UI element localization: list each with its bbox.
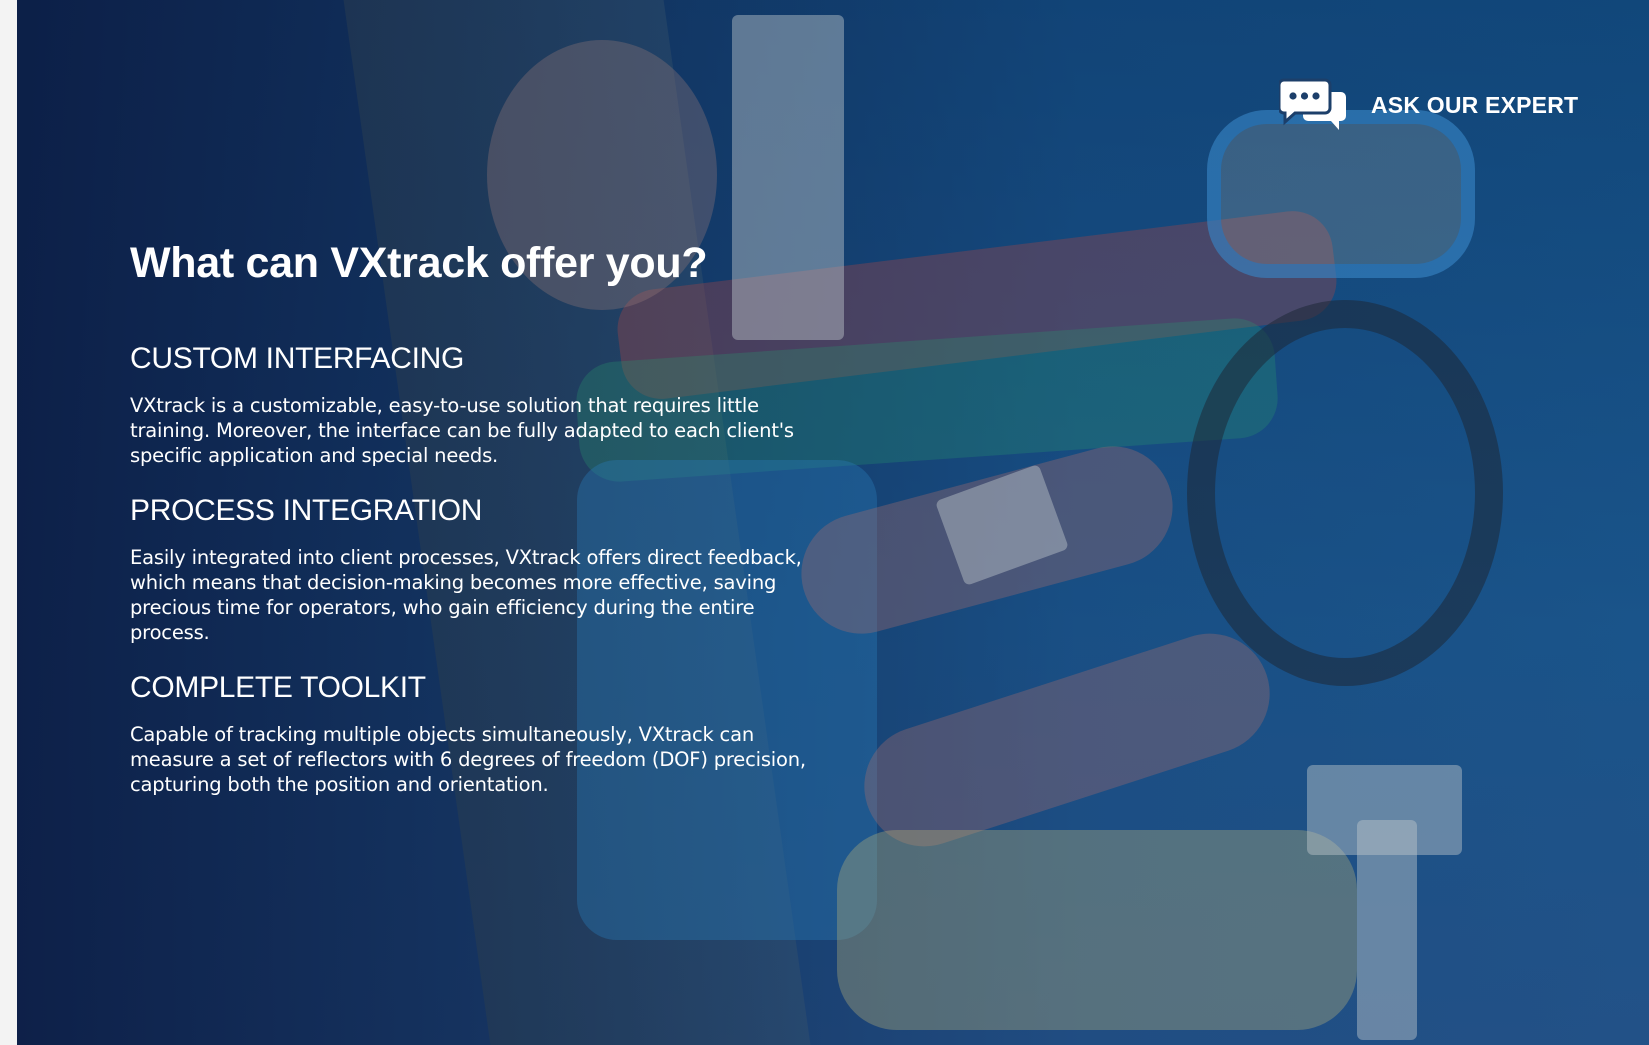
section-text: Easily integrated into client processes,… — [130, 545, 802, 644]
features-content: What can VXtrack offer you? CUSTOM INTER… — [130, 238, 830, 823]
reflector-plate — [1357, 820, 1417, 1040]
ask-expert-button[interactable]: ASK OUR EXPERT — [1279, 78, 1578, 132]
feature-section: COMPLETE TOOLKIT Capable of tracking mul… — [130, 671, 830, 797]
section-heading: PROCESS INTEGRATION — [130, 493, 483, 527]
ask-expert-label: ASK OUR EXPERT — [1371, 91, 1579, 118]
section-text: Capable of tracking multiple objects sim… — [130, 722, 806, 796]
steering-wheel — [1187, 300, 1503, 686]
page: ASK OUR EXPERT What can VXtrack offer yo… — [0, 0, 1649, 1045]
feature-section: CUSTOM INTERFACING VXtrack is a customiz… — [130, 342, 830, 468]
dummy-legs — [837, 830, 1357, 1030]
side-mirror — [1207, 110, 1475, 278]
section-heading: CUSTOM INTERFACING — [130, 341, 465, 375]
hero-section: ASK OUR EXPERT What can VXtrack offer yo… — [17, 0, 1649, 1045]
chat-bubbles-icon — [1279, 78, 1346, 130]
dummy-arm-lower — [848, 618, 1286, 862]
page-title: What can VXtrack offer you? — [130, 239, 708, 287]
feature-section: PROCESS INTEGRATION Easily integrated in… — [130, 494, 830, 645]
section-heading: COMPLETE TOOLKIT — [130, 670, 426, 704]
section-text: VXtrack is a customizable, easy-to-use s… — [130, 393, 794, 467]
